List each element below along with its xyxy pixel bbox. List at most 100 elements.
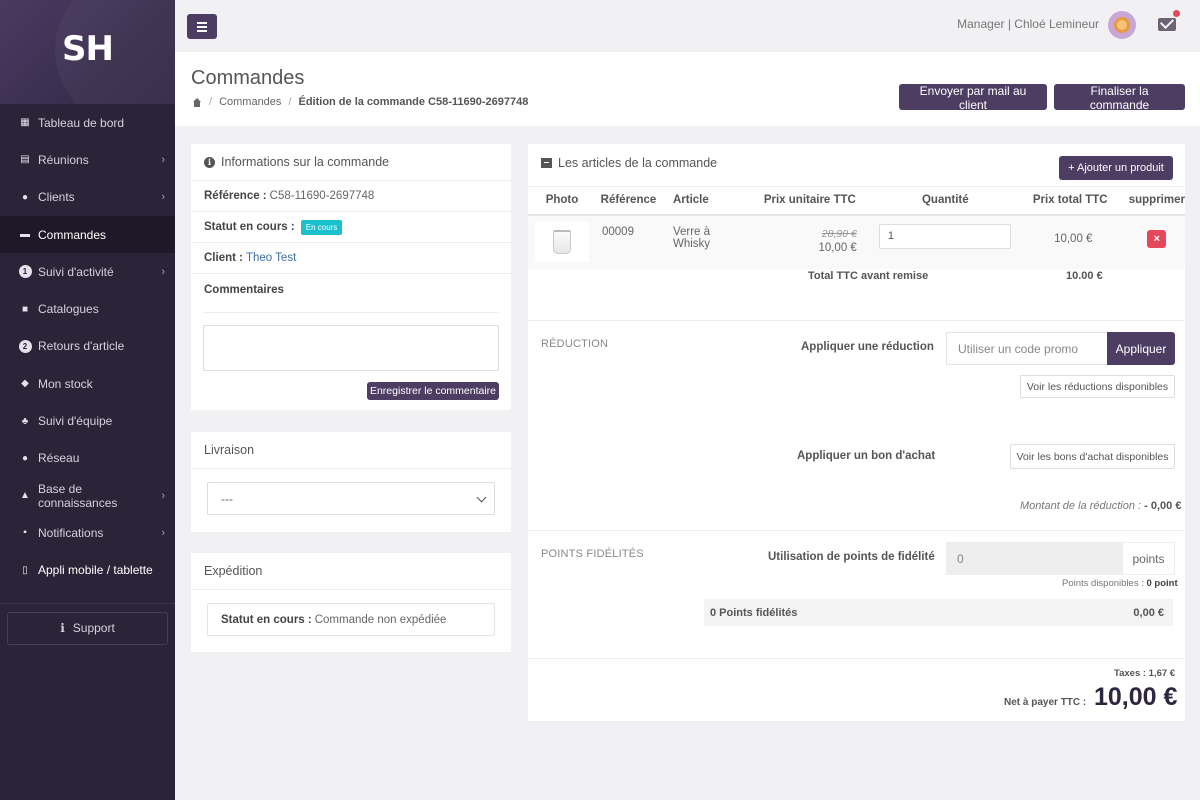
sidebar-item-label: Notifications (38, 525, 104, 540)
sidebar-item-catalogues[interactable]: ■ Catalogues (0, 290, 175, 327)
breadcrumb-current: Édition de la commande C58-11690-2697748 (298, 96, 529, 108)
reduction-section-label: RÉDUCTION (541, 338, 609, 350)
see-reductions-button[interactable]: Voir les réductions disponibles (1020, 375, 1175, 398)
total-before-discount-value: 10.00 € (1066, 270, 1103, 282)
delivery-title: Livraison (191, 432, 511, 469)
net-to-pay-value: 10,00 € (1094, 683, 1178, 711)
loyalty-summary-value: 0,00 € (1133, 606, 1164, 619)
logo-text: SH (62, 29, 114, 69)
order-items-card: Les articles de la commande + Ajouter un… (528, 144, 1185, 721)
sitemap-icon: ♣ (21, 415, 29, 427)
sidebar-item-label: Clients (38, 190, 75, 205)
sidebar-item-retours-article[interactable]: 2 Retours d'article (0, 328, 175, 365)
page-title: Commandes (191, 67, 305, 89)
breadcrumb-commandes[interactable]: Commandes (219, 96, 281, 108)
client-label: Client : (204, 252, 243, 264)
sidebar-item-label: Tableau de bord (38, 115, 125, 130)
loyalty-summary-bar: 0 Points fidélités 0,00 € (704, 599, 1173, 626)
card-title-text: Les articles de la commande (558, 155, 718, 170)
col-unit-price: Prix unitaire TTC (740, 186, 879, 216)
avatar[interactable] (1108, 11, 1136, 39)
menu-toggle-button[interactable] (187, 14, 217, 39)
shipping-status-value: Commande non expédiée (314, 613, 447, 626)
promo-code-input[interactable]: Utiliser un code promo (946, 332, 1108, 365)
quantity-input[interactable]: 1 (878, 223, 1011, 249)
sidebar: SH ▦ Tableau de bord ▤ Réunions › ● Clie… (0, 0, 175, 800)
sidebar-item-mon-stock[interactable]: ◆ Mon stock (0, 365, 175, 402)
order-info-title: i Informations sur la commande (191, 144, 511, 181)
logo[interactable]: SH (0, 0, 175, 104)
mail-icon[interactable] (1158, 18, 1176, 31)
cell-reference: 00009 (595, 214, 661, 269)
status-badge: En cours (300, 219, 343, 235)
sidebar-item-reunions[interactable]: ▤ Réunions › (0, 141, 175, 178)
chevron-right-icon: › (161, 526, 165, 539)
delivery-select[interactable]: --- (207, 482, 495, 515)
status-row: Statut en cours : En cours (191, 212, 511, 243)
sidebar-item-notifications[interactable]: ▪ Notifications › (0, 514, 175, 551)
sidebar-item-label: Mon stock (38, 376, 93, 391)
home-icon[interactable] (192, 97, 202, 107)
loyalty-points-input[interactable]: 0 (946, 542, 1122, 575)
see-vouchers-button[interactable]: Voir les bons d'achat disponibles (1010, 444, 1175, 469)
user-info[interactable]: Manager | Chloé Lemineur (957, 17, 1099, 31)
total-before-discount-label: Total TTC avant remise (808, 270, 929, 282)
save-comment-button[interactable]: Enregistrer le commentaire (367, 382, 499, 400)
old-price: 28,90 € (821, 227, 857, 240)
points-available-value: 0 point (1146, 578, 1178, 589)
cell-unit-price: 28,90 € 10,00 € (740, 214, 879, 269)
users-icon: ● (21, 191, 29, 203)
apply-reduction-label: Appliquer une réduction (801, 341, 934, 353)
sidebar-item-tableau-de-bord[interactable]: ▦ Tableau de bord (0, 104, 175, 141)
sidebar-item-label: Retours d'article (38, 339, 125, 354)
sidebar-item-suivi-equipe[interactable]: ♣ Suivi d'équipe (0, 402, 175, 439)
info-icon: i (204, 156, 215, 168)
sidebar-item-label: Suivi d'équipe (38, 414, 113, 429)
apply-promo-button[interactable]: Appliquer (1107, 332, 1175, 365)
archive-icon (541, 157, 552, 168)
chevron-right-icon: › (161, 265, 165, 278)
sidebar-item-appli-mobile[interactable]: ▯ Appli mobile / tablette (0, 552, 175, 589)
reduction-amount-label: Montant de la réduction : (1020, 500, 1142, 512)
support-button[interactable]: ℹ Support (7, 611, 168, 645)
topbar: Manager | Chloé Lemineur (175, 0, 1200, 52)
send-email-button[interactable]: Envoyer par mail au client (899, 84, 1047, 112)
card-title-text: Informations sur la commande (221, 155, 390, 169)
sidebar-item-clients[interactable]: ● Clients › (0, 179, 175, 216)
add-product-button[interactable]: + Ajouter un produit (1059, 156, 1173, 180)
client-link[interactable]: Theo Test (246, 252, 296, 264)
sidebar-item-commandes[interactable]: ▬ Commandes (0, 215, 175, 254)
sidebar-item-base-connaissances[interactable]: ▲ Base de connaissances › (0, 477, 175, 514)
col-photo: Photo (528, 186, 596, 216)
book-icon: ■ (21, 303, 29, 315)
product-image (534, 221, 589, 262)
sidebar-item-label: Appli mobile / tablette (38, 563, 153, 578)
loyalty-summary-label: 0 Points fidélités (710, 606, 798, 619)
col-delete: supprimer (1128, 186, 1185, 216)
delivery-select-value: --- (221, 491, 233, 506)
finalize-order-button[interactable]: Finaliser la commande (1054, 84, 1185, 112)
sidebar-item-label: Commandes (38, 227, 107, 242)
bell-icon: ▪ (23, 527, 27, 539)
loyalty-section-label: POINTS FIDÉLITÉS (541, 548, 644, 560)
items-table: Photo Référence Article Prix unitaire TT… (528, 186, 1185, 269)
divider (528, 530, 1185, 531)
cell-total-price: 10,00 € (1011, 214, 1129, 269)
chevron-down-icon (476, 492, 487, 503)
net-to-pay-label: Net à payer TTC : (1004, 697, 1087, 708)
sidebar-item-label: Réunions (38, 152, 89, 167)
sidebar-item-suivi-activite[interactable]: 1 Suivi d'activité › (0, 253, 175, 290)
table-row: 00009 Verre à Whisky 28,90 € 10,00 € 1 1… (528, 214, 1185, 269)
sidebar-item-reseau[interactable]: ● Réseau (0, 440, 175, 477)
credit-card-icon: ▬ (20, 229, 30, 241)
sidebar-item-label: Base de connaissances (38, 481, 118, 510)
support-label: Support (72, 621, 115, 636)
unit-price: 10,00 € (818, 241, 857, 254)
chevron-right-icon: › (161, 153, 165, 166)
reference-label: Référence : (204, 190, 267, 202)
delete-item-button[interactable]: × (1147, 229, 1167, 248)
divider (528, 320, 1185, 321)
comments-textarea[interactable] (203, 325, 499, 371)
sidebar-item-label: Réseau (38, 451, 80, 466)
comments-label: Commentaires (204, 283, 284, 296)
